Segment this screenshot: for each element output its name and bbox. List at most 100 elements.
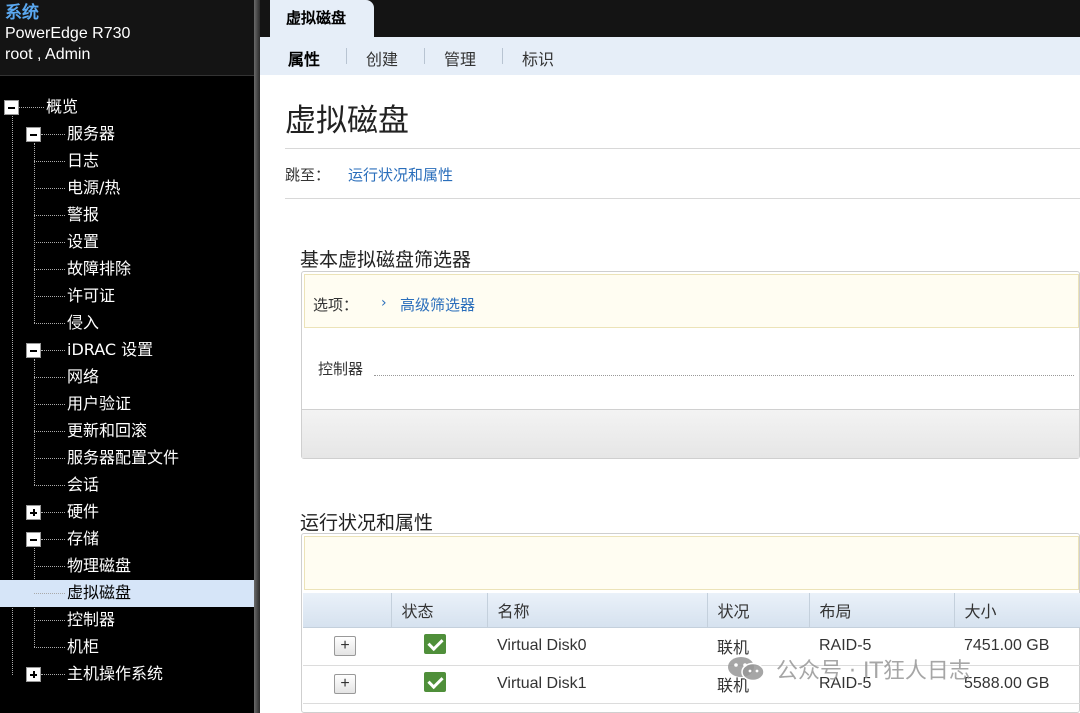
tree-item-0[interactable]: 概览: [0, 94, 254, 121]
column-header-status[interactable]: 状态: [391, 593, 488, 628]
tree-item-8[interactable]: 侵入: [0, 310, 254, 337]
tree-item-11[interactable]: 用户验证: [0, 391, 254, 418]
tree-item-19[interactable]: 控制器: [0, 607, 254, 634]
sidebar: 系统 PowerEdge R730 root , Admin 概览服务器日志 电源…: [0, 0, 256, 713]
collapse-minus-icon[interactable]: [4, 100, 19, 115]
subnav-separator: [346, 48, 347, 64]
current-user: root , Admin: [5, 46, 91, 63]
tab-virtual-disks[interactable]: 虚拟磁盘: [270, 0, 374, 37]
expand-row-button[interactable]: +: [334, 636, 356, 656]
subnav-create[interactable]: 创建: [366, 46, 398, 70]
tree-item-18[interactable]: 虚拟磁盘: [0, 580, 254, 607]
tree-connector: [34, 269, 65, 270]
tree-item-label: 硬件: [67, 502, 100, 521]
tree-item-label: iDRAC 设置: [67, 340, 154, 359]
tree-item-label: 用户验证: [67, 394, 132, 413]
sub-navigation: 属性 创建 管理 标识: [260, 37, 1080, 75]
tree-item-label: 侵入: [67, 313, 100, 332]
subnav-identify[interactable]: 标识: [522, 46, 554, 70]
expand-row-button[interactable]: +: [334, 674, 356, 694]
tree-connector: [34, 593, 65, 594]
system-title[interactable]: 系统: [5, 3, 256, 23]
options-label: 选项：: [313, 296, 359, 314]
collapse-minus-icon[interactable]: [26, 343, 41, 358]
health-panel: 状态 名称 状况 布局 大小 + Virtual Disk0 联机 RAID-5…: [301, 533, 1080, 713]
disk-name: Virtual Disk1: [487, 665, 707, 704]
subnav-manage[interactable]: 管理: [444, 46, 476, 70]
tree-connector: [34, 161, 65, 162]
tree-item-5[interactable]: 设置: [0, 229, 254, 256]
column-header-condition[interactable]: 状况: [707, 593, 810, 628]
tree-item-6[interactable]: 故障排除: [0, 256, 254, 283]
tree-item-label: 主机操作系统: [67, 664, 164, 683]
tree-connector: [34, 215, 65, 216]
tree-connector: [34, 242, 65, 243]
jump-to-health-link[interactable]: 运行状况和属性: [348, 164, 453, 185]
tree-connector: [41, 134, 65, 135]
filter-section-title: 基本虚拟磁盘筛选器: [300, 249, 472, 271]
chevron-right-icon[interactable]: ›: [381, 295, 387, 311]
subnav-separator: [502, 48, 503, 64]
tree-connector: [34, 323, 65, 324]
tree-item-1[interactable]: 服务器: [0, 121, 254, 148]
tree-item-4[interactable]: 警报: [0, 202, 254, 229]
tree-item-label: 物理磁盘: [67, 556, 132, 575]
tree-connector: [34, 296, 65, 297]
filter-footer-bar: [302, 409, 1079, 458]
tree-item-10[interactable]: 网络: [0, 364, 254, 391]
tree-item-label: 服务器: [67, 124, 116, 143]
tree-connector: [34, 404, 65, 405]
tree-item-3[interactable]: 电源/热: [0, 175, 254, 202]
tree-item-16[interactable]: 存储: [0, 526, 254, 553]
tree-connector: [19, 107, 44, 108]
expand-plus-icon[interactable]: [26, 667, 41, 682]
tree-item-label: 存储: [67, 529, 100, 548]
tree-connector: [34, 188, 65, 189]
tree-item-label: 设置: [67, 232, 100, 251]
tree-item-2[interactable]: 日志: [0, 148, 254, 175]
server-model: PowerEdge R730: [5, 25, 131, 42]
tree-connector: [34, 620, 65, 621]
status-ok-icon: [424, 671, 446, 692]
tree-item-15[interactable]: 硬件: [0, 499, 254, 526]
tree-connector: [34, 431, 65, 432]
tree-item-12[interactable]: 更新和回滚: [0, 418, 254, 445]
subnav-properties[interactable]: 属性: [288, 46, 320, 70]
tree-item-label: 故障排除: [67, 259, 132, 278]
tree-item-label: 更新和回滚: [67, 421, 148, 440]
tree-item-label: 虚拟磁盘: [67, 583, 132, 602]
subnav-separator: [424, 48, 425, 64]
tree-connector: [41, 674, 65, 675]
disk-name: Virtual Disk0: [487, 627, 707, 666]
tree-item-21[interactable]: 主机操作系统: [0, 661, 254, 688]
tree-item-14[interactable]: 会话: [0, 472, 254, 499]
tab-bar: [260, 0, 1080, 37]
collapse-minus-icon[interactable]: [26, 127, 41, 142]
page-title: 虚拟磁盘: [285, 103, 409, 139]
expand-plus-icon[interactable]: [26, 505, 41, 520]
filter-options-bar: 选项： › 高级筛选器: [304, 274, 1079, 328]
tree-connector: [34, 647, 65, 648]
watermark-text: 公众号 · IT狂人日志: [776, 659, 971, 684]
tree-connector: [34, 458, 65, 459]
column-header-name[interactable]: 名称: [487, 593, 708, 628]
column-header-size[interactable]: 大小: [954, 593, 1080, 628]
tree-item-label: 服务器配置文件: [67, 448, 180, 467]
jump-to-label: 跳至：: [285, 166, 331, 184]
tree-connector: [34, 485, 65, 486]
tree-item-20[interactable]: 机柜: [0, 634, 254, 661]
tree-item-label: 控制器: [67, 610, 116, 629]
tree-item-17[interactable]: 物理磁盘: [0, 553, 254, 580]
column-header-layout[interactable]: 布局: [809, 593, 955, 628]
tree-item-9[interactable]: iDRAC 设置: [0, 337, 254, 364]
tree-item-label: 会话: [67, 475, 100, 494]
divider: [285, 148, 1080, 149]
advanced-filter-link[interactable]: 高级筛选器: [400, 294, 475, 315]
tree-item-13[interactable]: 服务器配置文件: [0, 445, 254, 472]
filter-panel: 选项： › 高级筛选器 控制器: [301, 271, 1080, 459]
tree-item-7[interactable]: 许可证: [0, 283, 254, 310]
tree-connector: [41, 512, 65, 513]
tree-connector: [41, 350, 65, 351]
collapse-minus-icon[interactable]: [26, 532, 41, 547]
controller-filter-field[interactable]: [374, 375, 1074, 376]
